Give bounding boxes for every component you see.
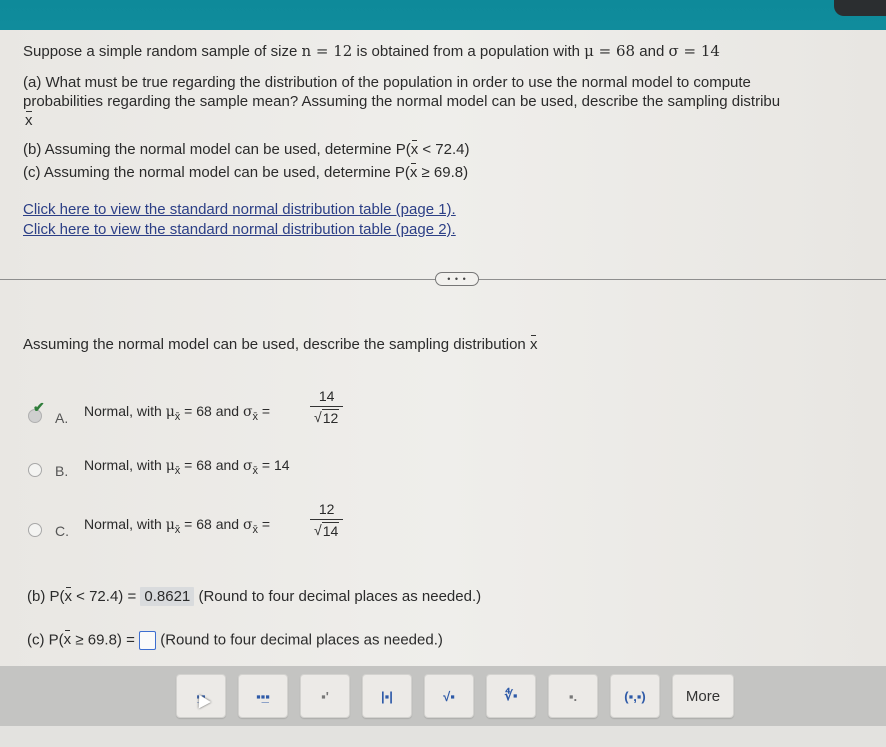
part-b-label: (b) P(	[27, 588, 65, 605]
part-b-condition: < 72.4) =	[72, 588, 141, 605]
nth-root-icon: ∜▪	[504, 688, 518, 703]
option-c-radio[interactable]	[28, 523, 42, 537]
ordered-pair-button[interactable]: (▪,▪)	[610, 674, 660, 718]
option-b-text: Normal, with μx̄ = 68 and σx̄ = 14	[84, 457, 290, 477]
square-root-button[interactable]: √▪	[424, 674, 474, 718]
exponent-button[interactable]: ▪'	[300, 674, 350, 718]
equals: =	[258, 516, 271, 532]
fraction: 14 √ 12	[310, 388, 344, 426]
option-a-fraction: 14 √ 12	[310, 388, 344, 426]
nth-root-button[interactable]: ∜▪	[486, 674, 536, 718]
part-b-answer-row: (b) P(x < 72.4) = 0.8621 (Round to four …	[27, 587, 481, 606]
top-bar-corner	[834, 0, 886, 16]
square-root-icon: √▪	[443, 688, 455, 704]
intro-text-mid: is obtained from a population with	[352, 43, 585, 60]
x-bar-symbol: x	[64, 587, 72, 605]
equals: =	[258, 403, 271, 419]
part-c-hint: (Round to four decimal places as needed.…	[156, 631, 443, 649]
intro-text: Suppose a simple random sample of size	[23, 43, 302, 60]
prompt-text: Assuming the normal model can be used, d…	[23, 336, 530, 353]
subscript-x-bar: x̄	[252, 465, 259, 477]
option-c-letter: C.	[55, 523, 69, 539]
option-c-text: Normal, with μx̄ = 68 and σx̄ =	[84, 516, 271, 536]
exponent-icon: ▪'	[321, 688, 329, 704]
part-c-condition: ≥ 69.8) =	[71, 631, 140, 649]
sampling-distribution-prompt: Assuming the normal model can be used, d…	[23, 335, 538, 353]
mixed-number-icon: ▪▪̲▪	[256, 688, 270, 704]
option-text: Normal, with	[84, 403, 166, 419]
option-c-fraction: 12 √ 14	[310, 501, 344, 539]
sd-value: = 14	[258, 457, 290, 473]
x-bar-symbol: x	[409, 163, 418, 181]
part-a-line2: probabilities regarding the sample mean?…	[23, 93, 781, 110]
subscript-x-bar: x̄	[174, 411, 181, 423]
sigma-symbol: σ	[242, 517, 253, 533]
toolbar-footer	[0, 726, 886, 747]
radicand: 12	[321, 409, 340, 426]
normal-table-link-page-1[interactable]: Click here to view the standard normal d…	[23, 201, 456, 218]
sample-size: n = 12	[301, 42, 353, 60]
normal-table-link-page-2[interactable]: Click here to view the standard normal d…	[23, 221, 456, 238]
part-b-condition: < 72.4)	[418, 141, 470, 158]
option-a-letter: A.	[55, 410, 69, 426]
mean-value: = 68 and	[180, 516, 243, 532]
x-bar-symbol: x	[25, 111, 33, 129]
sigma-symbol: σ	[242, 458, 253, 474]
fraction-numerator: 12	[318, 501, 335, 517]
more-button[interactable]: More	[672, 674, 734, 718]
part-a-line1: (a) What must be true regarding the dist…	[23, 74, 751, 91]
part-c-question: (c) Assuming the normal model can be use…	[23, 163, 469, 181]
sigma-symbol: σ	[242, 404, 253, 420]
mean-value: = 68 and	[180, 457, 243, 473]
subscript-button[interactable]: ▪.	[548, 674, 598, 718]
option-text: Normal, with	[84, 516, 166, 532]
mu-symbol: μ	[165, 404, 175, 420]
part-b-hint: (Round to four decimal places as needed.…	[194, 588, 482, 605]
subscript-x-bar: x̄	[252, 411, 259, 423]
fraction-denominator: √ 12	[310, 406, 344, 426]
fraction: 12 √ 14	[310, 501, 344, 539]
subscript-x-bar: x̄	[252, 524, 259, 536]
option-b-letter: B.	[55, 463, 69, 479]
subscript-x-bar: x̄	[174, 524, 181, 536]
part-c-answer-field[interactable]	[139, 631, 157, 650]
x-bar-symbol: x	[529, 335, 538, 353]
mu-symbol: μ	[165, 517, 175, 533]
question-intro: Suppose a simple random sample of size n…	[23, 42, 720, 60]
mixed-number-button[interactable]: ▪▪̲▪	[238, 674, 288, 718]
sqrt-expression: √ 12	[314, 409, 340, 426]
part-b-text: (b) Assuming the normal model can be use…	[23, 141, 411, 158]
expand-collapse-button[interactable]: • • •	[435, 272, 479, 286]
part-c-answer-row: (c) P(x ≥ 69.8) = (Round to four decimal…	[27, 630, 443, 650]
subscript-x-bar: x̄	[174, 465, 181, 477]
part-b-answer-field[interactable]: 0.8621	[140, 587, 195, 606]
absolute-value-icon: |▪|	[381, 688, 393, 704]
option-text: Normal, with	[84, 457, 166, 473]
option-a-text: Normal, with μx̄ = 68 and σx̄ =	[84, 403, 271, 423]
part-c-text: (c) Assuming the normal model can be use…	[23, 164, 410, 181]
part-c-label: (c) P(	[27, 631, 64, 649]
part-c-condition: ≥ 69.8)	[417, 164, 469, 181]
math-input-toolbar: ▪̲▪ ▪▪̲▪ ▪' |▪| √▪ ∜▪ ▪. (▪,▪) More	[0, 666, 886, 726]
mu-symbol: μ	[165, 458, 175, 474]
part-b-question: (b) Assuming the normal model can be use…	[23, 140, 470, 158]
question-page: Suppose a simple random sample of size n…	[0, 30, 886, 747]
mean-value: = 68 and	[180, 403, 243, 419]
fraction-numerator: 14	[318, 388, 335, 404]
population-mean: μ = 68	[584, 42, 636, 60]
x-bar-symbol: x	[63, 630, 72, 649]
subscript-icon: ▪.	[568, 688, 578, 704]
sqrt-expression: √ 14	[314, 522, 340, 539]
ordered-pair-icon: (▪,▪)	[624, 688, 646, 704]
x-bar-symbol: x	[410, 140, 419, 158]
population-sd: σ = 14	[668, 42, 720, 60]
absolute-value-button[interactable]: |▪|	[362, 674, 412, 718]
top-bar	[0, 0, 886, 30]
and-text: and	[635, 43, 669, 60]
radicand: 14	[321, 522, 340, 539]
fraction-denominator: √ 14	[310, 519, 344, 539]
correct-check-icon: ✔	[33, 399, 45, 415]
part-a-line3: x	[25, 111, 33, 129]
option-b-radio[interactable]	[28, 463, 42, 477]
